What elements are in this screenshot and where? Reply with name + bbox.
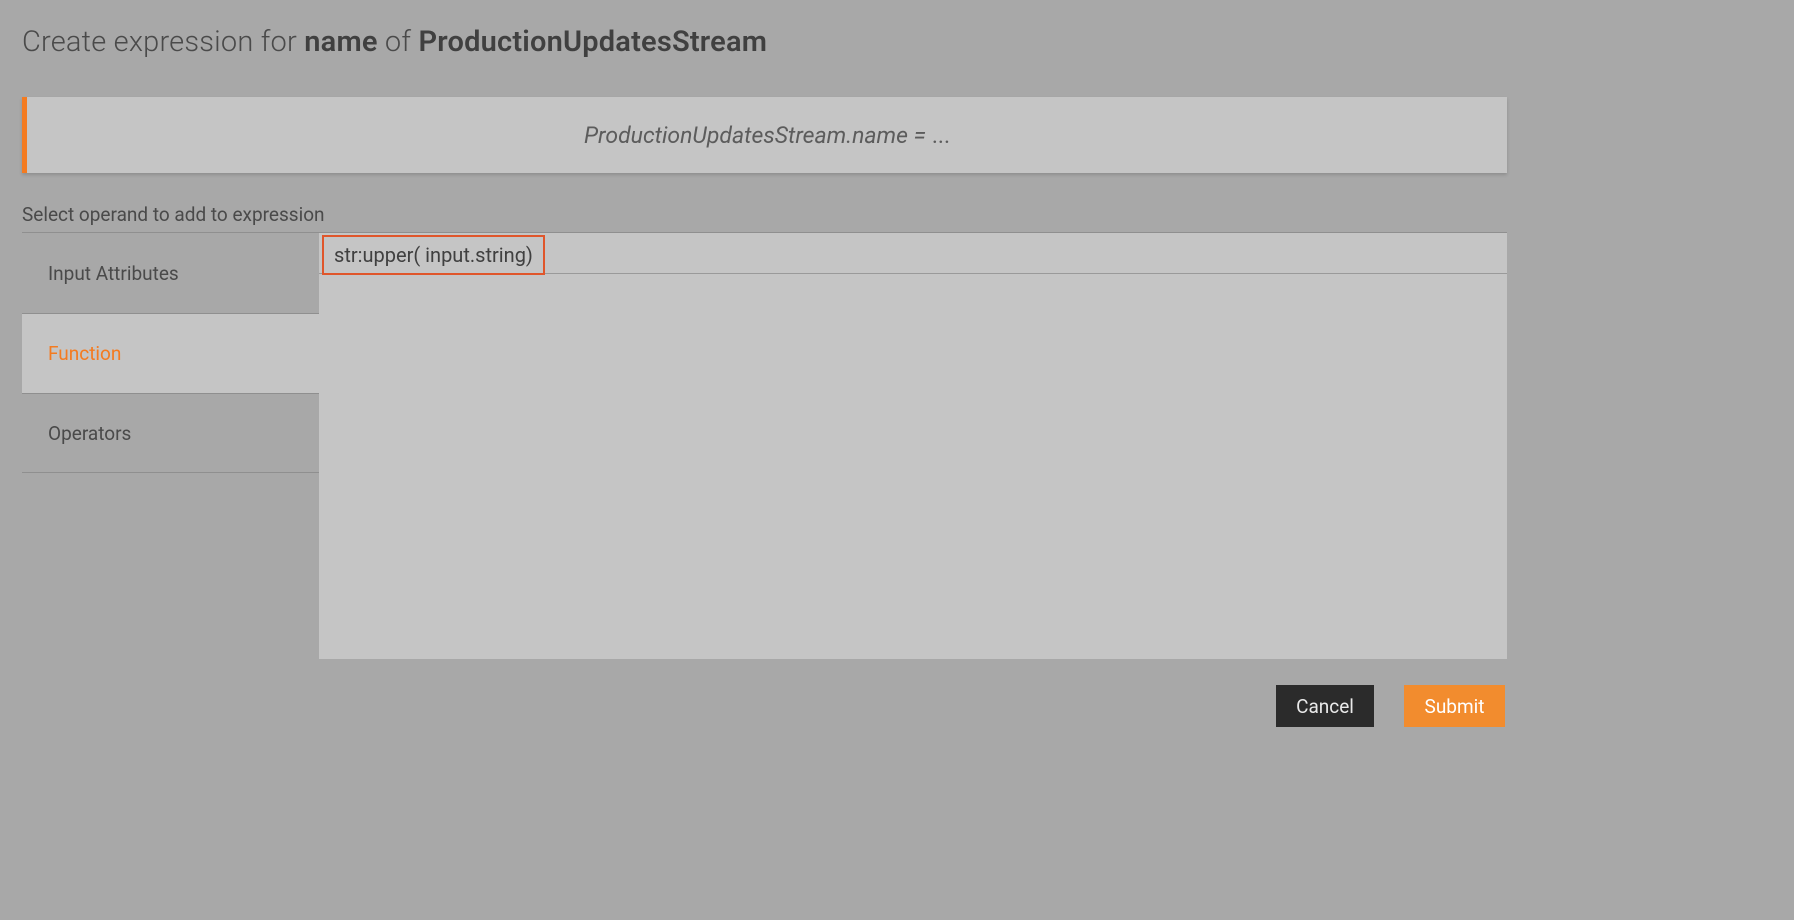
title-attribute: name [304,25,377,59]
tab-function[interactable]: Function [22,313,319,393]
operand-tabs: Input Attributes Function Operators [22,233,319,659]
title-stream: ProductionUpdatesStream [418,25,767,59]
function-item-str-upper[interactable]: str:upper( input.string) [322,235,545,275]
tab-operators[interactable]: Operators [22,393,319,473]
expression-lhs: ProductionUpdatesStream.name = [584,122,926,149]
tab-input-attributes[interactable]: Input Attributes [22,233,319,313]
expression-preview[interactable]: ProductionUpdatesStream.name = ... [22,97,1507,173]
submit-button[interactable]: Submit [1404,685,1505,727]
page-title: Create expression for name of Production… [22,25,1507,59]
cancel-button[interactable]: Cancel [1276,685,1374,727]
title-middle: of [378,25,419,59]
operand-panel: str:upper( input.string) [319,233,1507,659]
expression-rhs: ... [932,122,950,149]
section-label: Select operand to add to expression [22,203,1507,226]
title-prefix: Create expression for [22,25,304,59]
dialog-footer: Cancel Submit [22,659,1507,727]
